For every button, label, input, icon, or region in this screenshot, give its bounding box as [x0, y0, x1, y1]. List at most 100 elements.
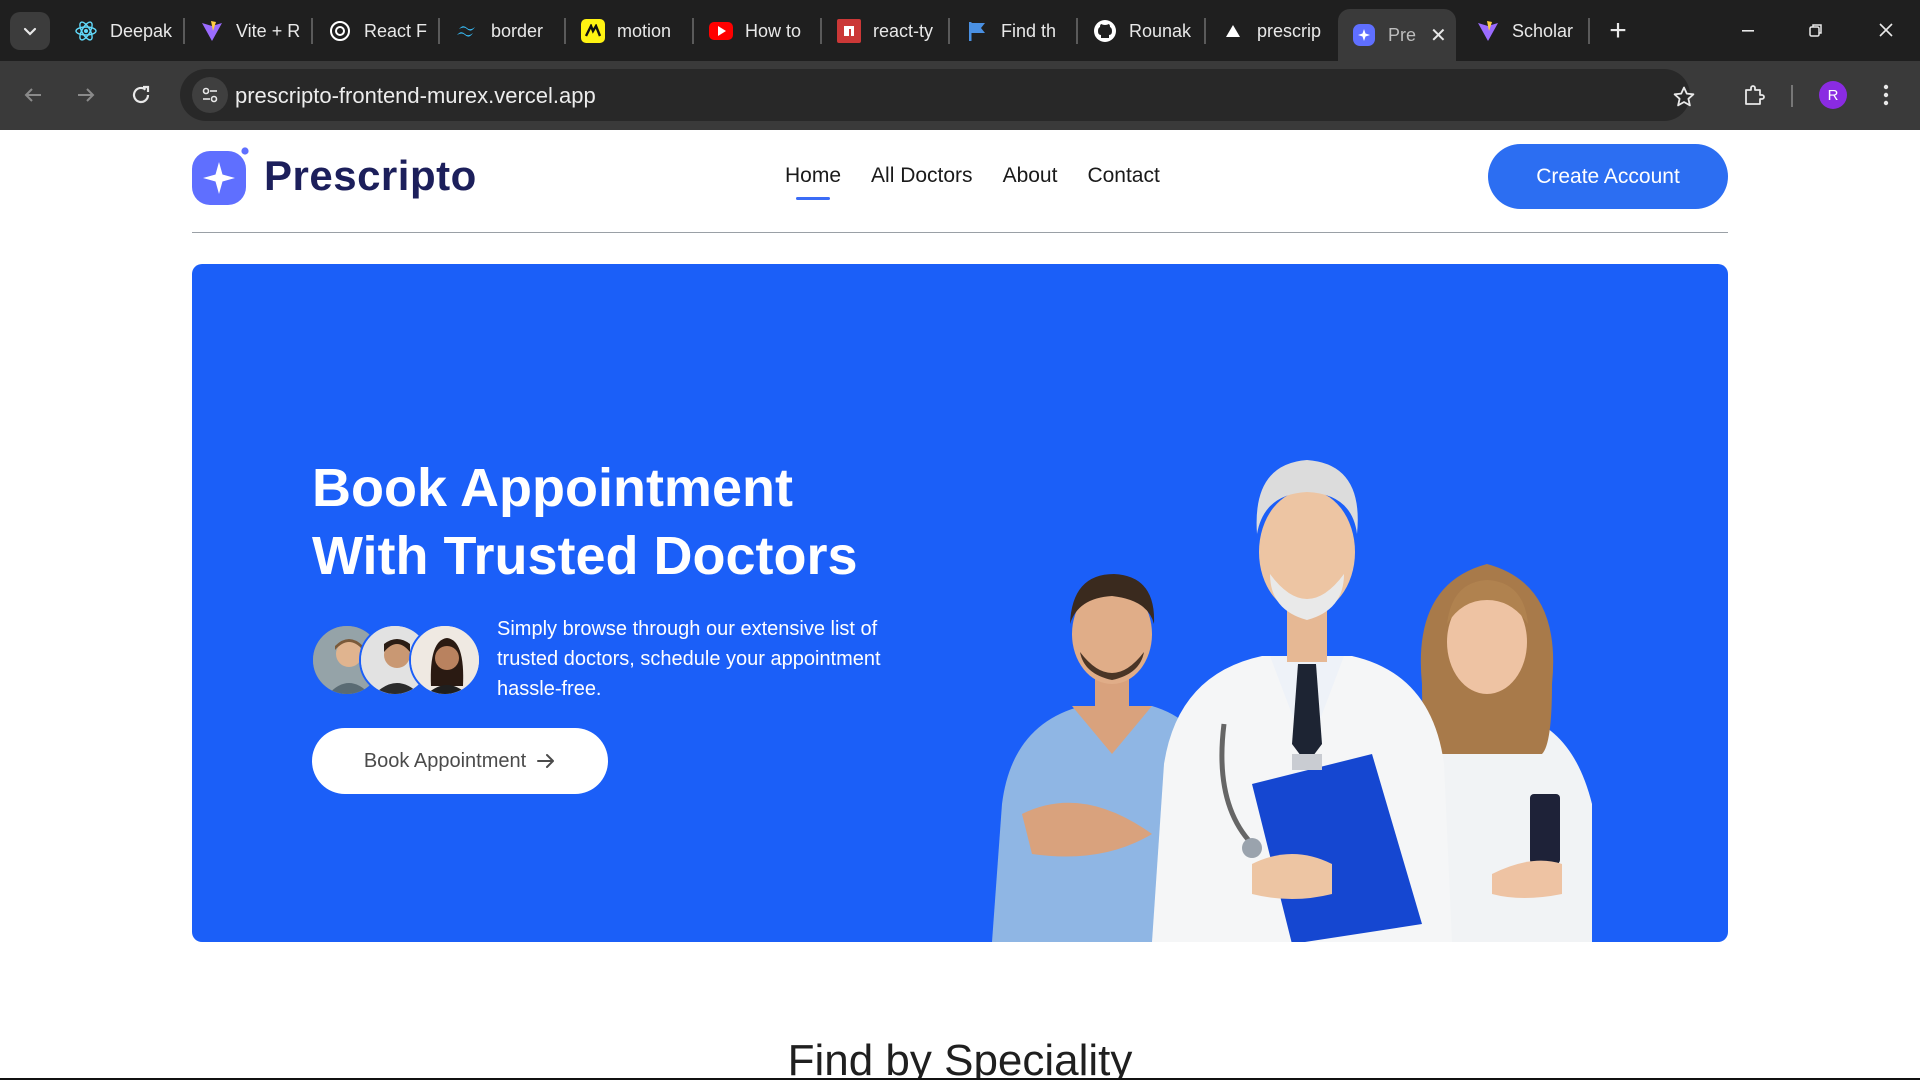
site-settings-icon[interactable] — [192, 77, 228, 113]
nav-contact[interactable]: Contact — [1087, 164, 1159, 188]
browser-tab-bar: Deepak Vite + R React F border motion Ho… — [0, 0, 1920, 61]
tab-find-th[interactable]: Find th — [951, 9, 1069, 53]
hero-title-line-2: With Trusted Doctors — [312, 526, 858, 586]
tab-divider — [1204, 18, 1206, 44]
doctor-avatars-group — [311, 624, 483, 698]
hero-banner: Book Appointment With Trusted Doctors Si… — [192, 264, 1728, 942]
tab-react-f[interactable]: React F — [314, 9, 434, 53]
minimize-button[interactable] — [1720, 8, 1776, 52]
tab-label: border — [491, 20, 544, 41]
doctors-group-illustration — [952, 424, 1612, 942]
tab-how-to[interactable]: How to — [695, 9, 811, 53]
extensions-button[interactable] — [1734, 75, 1774, 115]
hero-title-line-1: Book Appointment — [312, 458, 793, 518]
tab-motion[interactable]: motion — [567, 9, 687, 53]
tab-vite[interactable]: Vite + R — [186, 9, 304, 53]
tab-divider — [820, 18, 822, 44]
youtube-icon — [709, 19, 733, 43]
tab-label: Scholar — [1512, 20, 1574, 41]
tab-label: Find th — [1001, 20, 1057, 41]
tab-divider — [438, 18, 440, 44]
section-title-find-by-speciality: Find by Speciality — [787, 1036, 1133, 1080]
tab-label: Pre — [1388, 24, 1417, 45]
site-header: Prescripto Home All Doctors About Contac… — [192, 130, 1728, 233]
tab-label: prescrip — [1257, 20, 1322, 41]
reload-button[interactable] — [121, 75, 161, 115]
nav-all-doctors[interactable]: All Doctors — [871, 164, 973, 188]
vercel-icon — [1221, 19, 1245, 43]
npm-icon — [837, 19, 861, 43]
forward-button[interactable] — [66, 75, 106, 115]
restore-icon — [1809, 24, 1822, 37]
react-icon — [74, 19, 98, 43]
prescripto-icon — [1352, 23, 1376, 47]
create-account-button[interactable]: Create Account — [1488, 144, 1728, 209]
tab-deepak[interactable]: Deepak — [60, 9, 178, 53]
book-appointment-label: Book Appointment — [363, 749, 527, 772]
tab-divider — [564, 18, 566, 44]
openai-icon — [328, 19, 352, 43]
tab-divider — [1588, 18, 1590, 44]
arrow-right-icon — [78, 88, 95, 102]
arrow-left-icon — [24, 88, 41, 102]
puzzle-icon — [1745, 85, 1765, 105]
tab-label: motion — [617, 20, 672, 41]
plus-icon: + — [1609, 14, 1627, 47]
motion-icon — [581, 19, 605, 43]
more-vert-icon — [1883, 84, 1889, 106]
arrow-right-icon — [536, 753, 556, 769]
url-text[interactable]: prescripto-frontend-murex.vercel.app — [235, 83, 596, 109]
tab-divider — [692, 18, 694, 44]
tab-label: React F — [364, 20, 428, 41]
book-appointment-button[interactable]: Book Appointment — [312, 728, 608, 794]
avatar — [409, 624, 481, 696]
address-bar[interactable]: prescripto-frontend-murex.vercel.app — [180, 69, 1695, 121]
tab-label: Rounak — [1129, 20, 1192, 41]
close-icon[interactable]: ✕ — [1430, 23, 1447, 48]
nav-home[interactable]: Home — [785, 164, 841, 200]
tab-label: Deepak — [110, 20, 173, 41]
flag-icon — [965, 19, 989, 43]
restore-button[interactable] — [1788, 8, 1844, 52]
hero-description: Simply browse through our extensive list… — [497, 618, 881, 700]
tab-rounak[interactable]: Rounak — [1079, 9, 1197, 53]
prescripto-logo-icon — [192, 147, 250, 205]
back-button[interactable] — [13, 75, 53, 115]
brand-name: Prescripto — [264, 152, 477, 199]
vite-icon — [1476, 19, 1500, 43]
star-icon — [1673, 86, 1695, 107]
tab-label: react-ty — [873, 20, 934, 41]
tab-search-button[interactable] — [10, 12, 50, 50]
vite-icon — [200, 19, 224, 43]
hero-title: Book Appointment With Trusted Doctors — [312, 454, 1012, 590]
tab-divider — [311, 18, 313, 44]
chevron-down-icon — [23, 27, 37, 36]
web-page: Prescripto Home All Doctors About Contac… — [0, 130, 1920, 1080]
close-icon — [1879, 23, 1893, 37]
tab-label: How to — [745, 20, 802, 41]
new-tab-button[interactable]: + — [1600, 12, 1636, 50]
tailwind-icon — [455, 19, 479, 43]
profile-button[interactable]: R — [1813, 75, 1853, 115]
tab-divider — [948, 18, 950, 44]
doctor-center — [1152, 460, 1452, 942]
tab-prescrip[interactable]: prescrip — [1207, 9, 1327, 53]
reload-icon — [132, 85, 150, 104]
minimize-icon — [1742, 30, 1754, 32]
tab-prescripto-active[interactable]: Pre ✕ — [1338, 9, 1456, 61]
avatar: R — [1819, 81, 1847, 109]
main-nav: Home All Doctors About Contact — [785, 164, 1190, 200]
close-window-button[interactable] — [1858, 8, 1914, 52]
tab-border[interactable]: border — [441, 9, 559, 53]
tab-divider — [1076, 18, 1078, 44]
tab-divider — [183, 18, 185, 44]
toolbar-divider — [1791, 85, 1793, 107]
logo[interactable]: Prescripto — [192, 146, 477, 206]
tab-label: Vite + R — [236, 20, 301, 41]
browser-menu-button[interactable] — [1866, 75, 1906, 115]
bookmark-star-button[interactable] — [1666, 79, 1702, 115]
browser-toolbar: prescripto-frontend-murex.vercel.app R — [0, 61, 1920, 130]
nav-about[interactable]: About — [1003, 164, 1058, 188]
tab-react-ty[interactable]: react-ty — [823, 9, 941, 53]
tab-scholar[interactable]: Scholar — [1462, 9, 1586, 53]
